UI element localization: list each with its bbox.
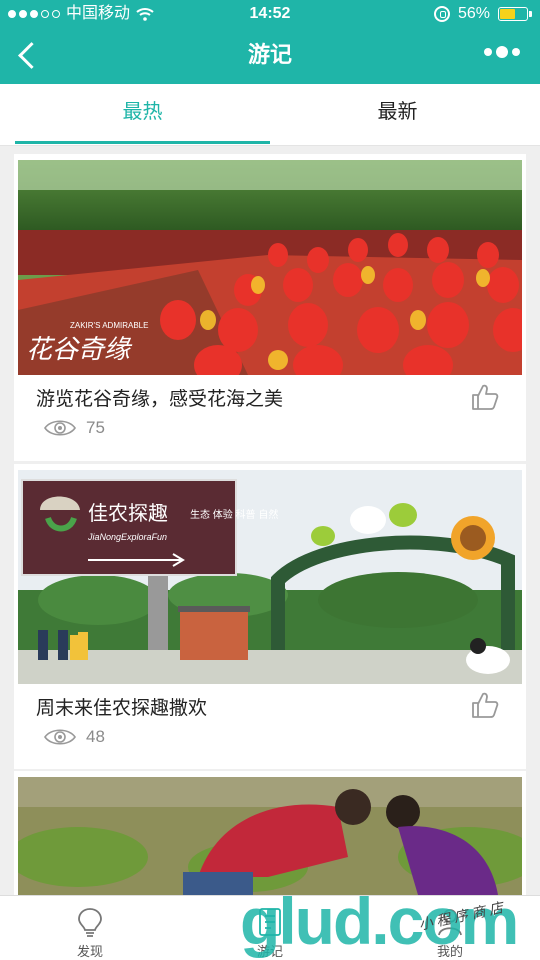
- post-card[interactable]: [14, 771, 526, 895]
- page-title: 游记: [247, 42, 292, 67]
- nav-bar: 游记: [0, 28, 540, 84]
- tab-hottest[interactable]: 最热: [15, 84, 270, 146]
- tab-label: 最热: [122, 101, 163, 123]
- post-image[interactable]: [18, 777, 522, 895]
- tab-bar: 最热 最新: [0, 84, 540, 146]
- tab-latest[interactable]: 最新: [270, 84, 525, 146]
- tabbar-item-discover[interactable]: 发现: [0, 896, 180, 960]
- post-card[interactable]: 佳农探趣 JiaNongExploraFun 生态 体验 科普 自然 周末来佳农…: [14, 464, 526, 769]
- header: 中国移动 14:52 56% 游记: [0, 0, 540, 84]
- status-right: 56%: [433, 0, 532, 28]
- eye-icon: [44, 420, 76, 436]
- thumbs-up-icon[interactable]: [470, 382, 500, 412]
- orientation-lock-icon: [433, 6, 450, 22]
- bulb-icon: [78, 908, 102, 937]
- more-menu-button[interactable]: [484, 46, 520, 58]
- view-count-value: 48: [86, 727, 105, 746]
- post-card[interactable]: ZAKIR'S ADMIRABLE 花谷奇缘 游览花谷奇缘，感受花海之美 75: [14, 154, 526, 461]
- post-caption[interactable]: 周末来佳农探趣撒欢: [36, 693, 207, 720]
- image-overlay-text: 花谷奇缘: [26, 334, 133, 364]
- active-tab-indicator: [15, 141, 270, 144]
- sign-title: 佳农探趣: [88, 502, 168, 525]
- view-count: 48: [44, 727, 105, 747]
- post-image[interactable]: ZAKIR'S ADMIRABLE 花谷奇缘: [18, 160, 522, 375]
- post-caption[interactable]: 游览花谷奇缘，感受花海之美: [36, 384, 283, 411]
- eye-icon: [44, 729, 76, 745]
- image-small-text: ZAKIR'S ADMIRABLE: [70, 321, 148, 330]
- post-image[interactable]: 佳农探趣 JiaNongExploraFun 生态 体验 科普 自然: [18, 470, 522, 684]
- thumbs-up-icon[interactable]: [470, 690, 500, 720]
- view-count-value: 75: [86, 418, 105, 437]
- sign-right-text: 生态 体验 科普 自然: [190, 508, 278, 521]
- tab-label: 最新: [377, 101, 418, 123]
- view-count: 75: [44, 418, 105, 438]
- battery-icon: [498, 7, 532, 21]
- battery-percent: 56%: [457, 5, 490, 22]
- sign-subtitle: JiaNongExploraFun: [87, 532, 167, 542]
- tabbar-label: 发现: [76, 944, 103, 959]
- status-bar: 中国移动 14:52 56%: [0, 0, 540, 28]
